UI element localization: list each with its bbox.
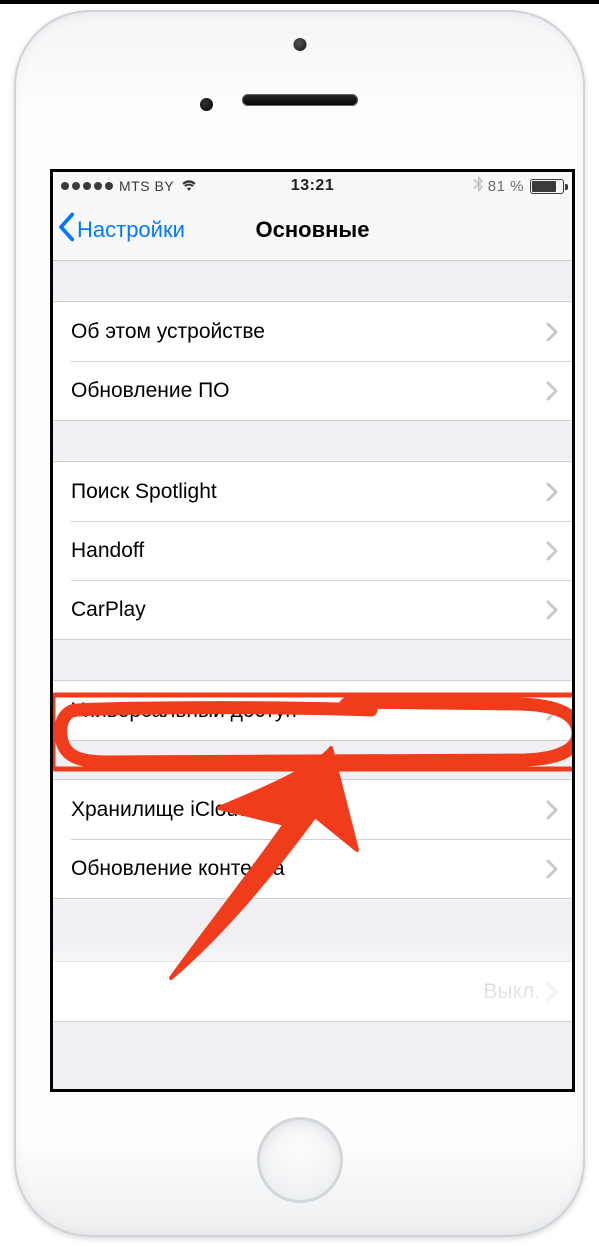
front-camera	[293, 38, 306, 51]
screen: MTS BY 13:21 81 %	[50, 169, 575, 1092]
chevron-right-icon	[546, 859, 558, 879]
wifi-icon	[180, 179, 198, 193]
chevron-right-icon	[546, 482, 558, 502]
cell-label: Поиск Spotlight	[71, 480, 546, 504]
iphone-device-frame: MTS BY 13:21 81 %	[14, 10, 585, 1237]
cell-about-device[interactable]: Об этом устройстве	[53, 302, 572, 361]
settings-group-features: Поиск Spotlight Handoff CarPlay	[53, 461, 572, 640]
home-button[interactable]	[257, 1117, 343, 1203]
cell-label: Обновление контента	[71, 857, 546, 881]
cell-background-refresh[interactable]: Обновление контента	[53, 839, 572, 898]
cell-label: Об этом устройстве	[71, 320, 546, 344]
navigation-bar: Настройки Основные	[53, 200, 572, 261]
chevron-right-icon	[546, 701, 558, 721]
cell-accessibility[interactable]: Универсальный доступ	[53, 681, 572, 740]
cell-handoff[interactable]: Handoff	[53, 521, 572, 580]
page-title: Основные	[256, 217, 370, 243]
back-label: Настройки	[77, 217, 185, 243]
bottom-fade	[53, 939, 572, 1009]
battery-icon	[530, 179, 564, 194]
clock: 13:21	[291, 177, 334, 195]
cell-spotlight[interactable]: Поиск Spotlight	[53, 462, 572, 521]
chevron-right-icon	[546, 800, 558, 820]
cell-carplay[interactable]: CarPlay	[53, 580, 572, 639]
status-bar: MTS BY 13:21 81 %	[53, 172, 572, 200]
cell-storage[interactable]: Хранилище iCloud	[53, 780, 572, 839]
signal-dots	[61, 182, 113, 190]
bluetooth-icon	[473, 176, 484, 196]
back-button[interactable]: Настройки	[53, 212, 185, 248]
carrier-label: MTS BY	[119, 178, 174, 194]
settings-group-about: Об этом устройстве Обновление ПО	[53, 301, 572, 421]
proximity-sensor	[200, 98, 213, 111]
battery-fill	[532, 181, 556, 192]
chevron-right-icon	[546, 381, 558, 401]
cell-label: Универсальный доступ	[71, 699, 546, 723]
ear-speaker	[242, 94, 358, 106]
chevron-right-icon	[546, 322, 558, 342]
chevron-right-icon	[546, 600, 558, 620]
cell-label: Handoff	[71, 539, 546, 563]
chevron-left-icon	[57, 212, 75, 248]
settings-group-accessibility: Универсальный доступ	[53, 680, 572, 741]
cell-label: CarPlay	[71, 598, 546, 622]
battery-percent: 81 %	[488, 178, 524, 195]
cell-software-update[interactable]: Обновление ПО	[53, 361, 572, 420]
cell-label: Обновление ПО	[71, 379, 546, 403]
cell-label: Хранилище iCloud	[71, 798, 546, 822]
chevron-right-icon	[546, 541, 558, 561]
settings-group-storage: Хранилище iCloud Обновление контента	[53, 779, 572, 899]
